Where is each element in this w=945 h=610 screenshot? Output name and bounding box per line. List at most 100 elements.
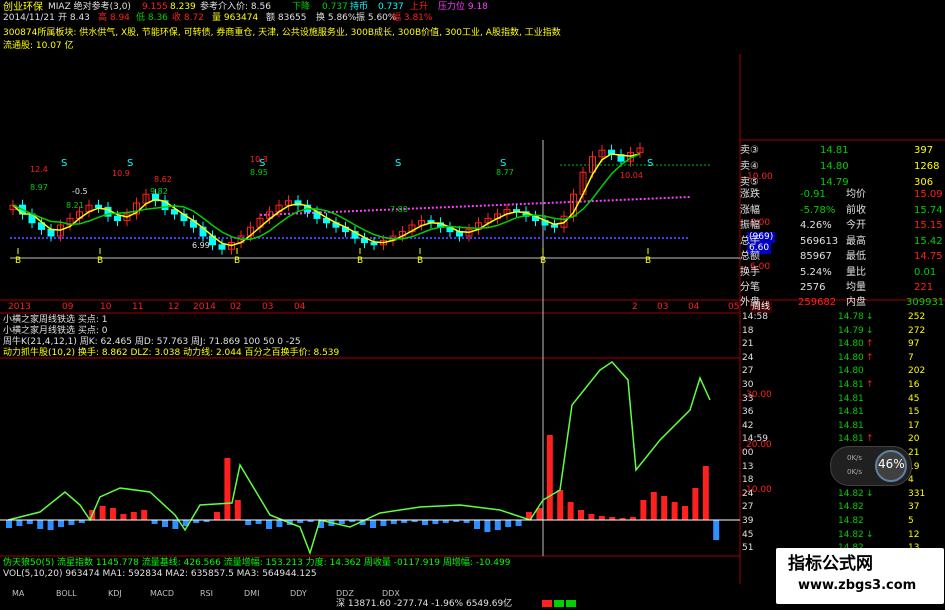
buy-marker: B xyxy=(417,256,423,266)
tick-time: 27 xyxy=(742,502,754,513)
tick-time: 00 xyxy=(742,448,754,458)
indicator-kdj: 周牛K(21,4,12,1) 周K: 62.465 周D: 57.763 周J:… xyxy=(3,337,301,347)
tick-time: 13 xyxy=(742,461,754,472)
candle-body xyxy=(47,228,55,237)
tab-macd[interactable]: MACD xyxy=(150,588,174,600)
tick-volume: 45 xyxy=(908,393,920,404)
sector-item[interactable]: A股指数, xyxy=(486,28,522,38)
flow-bar xyxy=(338,520,345,524)
tab-rsi[interactable]: RSI xyxy=(200,588,213,600)
sector-item[interactable]: 300B价值, xyxy=(398,28,442,38)
sector-item[interactable]: 天津, xyxy=(258,28,279,38)
tick-time: 24 xyxy=(742,488,754,499)
sector-item[interactable]: 节能环保, xyxy=(142,28,181,38)
price-annotation: 8.95 xyxy=(250,168,268,177)
tick-time: 14:59 xyxy=(742,434,768,445)
tick-direction: ↓ xyxy=(866,488,874,499)
stat-label: 总额 xyxy=(740,251,760,262)
inner-label: 内盘 xyxy=(846,297,866,308)
tick-price: 14.80 xyxy=(838,339,864,350)
tab-ddy[interactable]: DDY xyxy=(290,588,307,600)
header-value-1: 9.155 xyxy=(142,2,168,12)
ask-price: 14.80 xyxy=(820,161,849,172)
tick-row: 14:59 14.81 ↑ 20 xyxy=(738,433,945,445)
tab-kdj[interactable]: KDJ xyxy=(108,588,122,600)
sector-item[interactable]: X股, xyxy=(121,28,139,38)
flow-bar xyxy=(671,502,678,520)
stat-row: 分笔 2576 均量 221 xyxy=(738,281,945,294)
tab-dmi[interactable]: DMI xyxy=(244,588,259,600)
tick-volume: 7 xyxy=(908,352,914,363)
candle-body xyxy=(218,244,226,250)
time-axis-label: 02 xyxy=(230,302,242,312)
tick-row: 18 14.79 ↓ 272 xyxy=(738,325,945,337)
tab-boll[interactable]: BOLL xyxy=(56,588,77,600)
buy-marker: B xyxy=(234,256,240,266)
flow-bar xyxy=(162,520,168,527)
stat-label: 换手 xyxy=(740,266,760,278)
price-annotation: 8.97 xyxy=(30,183,48,192)
flow-bar xyxy=(255,520,262,524)
tick-row: 27 14.82 37 xyxy=(738,501,945,513)
tick-row: 39 14.82 5 xyxy=(738,515,945,527)
indicator-name: MIAZ 绝对参考(3,0) xyxy=(48,2,131,12)
tick-price: 14.80 xyxy=(838,352,864,363)
flow-bar xyxy=(557,490,564,520)
flow-bar xyxy=(224,458,231,520)
sector-item[interactable]: 券商重仓, xyxy=(216,28,255,38)
tick-row: 27 14.80 202 xyxy=(738,365,945,377)
sector-item[interactable]: 300工业, xyxy=(445,28,483,38)
stat-row: 振幅 4.26% 今开 15.15 xyxy=(738,219,945,232)
sector-line: 300874所属板块: 供水供气, X股, 节能环保, 可转债, 券商重仓, 天… xyxy=(3,28,561,39)
float-cap: 流通股: 10.07 亿 xyxy=(3,41,74,51)
stat-value: 221 xyxy=(914,282,934,293)
stat-label: 总手 xyxy=(740,235,760,247)
tick-row: 24 14.80 ↑ 7 xyxy=(738,352,945,364)
tick-price: 14.82 xyxy=(838,529,864,540)
bar-volume: 量 963474 xyxy=(212,13,259,23)
price-annotation: 7.80 xyxy=(390,205,408,214)
tick-time: 45 xyxy=(742,529,754,540)
tick-price: 14.81 xyxy=(838,393,864,404)
sector-item[interactable]: 公共设施服务业, xyxy=(282,28,348,38)
sector-item[interactable]: 供水供气, xyxy=(79,28,118,38)
bar-low: 低 8.36 xyxy=(136,13,168,23)
tick-row: 14:58 14.78 ↓ 252 xyxy=(738,311,945,323)
tick-volume: 252 xyxy=(908,312,926,322)
stat-row: 总手 569613 最高 15.42 xyxy=(738,235,945,248)
price-annotation: 9.82 xyxy=(150,187,168,196)
sector-item[interactable]: 300B成长, xyxy=(351,28,395,38)
flow-bar xyxy=(432,520,439,524)
flow-bar xyxy=(390,520,397,524)
ask-row: 卖④ 14.80 1268 xyxy=(738,160,945,173)
tick-price: 14.81 xyxy=(838,434,864,445)
sector-item[interactable]: 可转债, xyxy=(184,28,214,38)
stat-value: 0.01 xyxy=(914,266,937,278)
bar-close: 收 8.72 xyxy=(172,13,204,23)
candle-body xyxy=(114,215,121,222)
tick-time: 27 xyxy=(742,366,754,377)
flow-bar xyxy=(58,520,64,527)
tick-time: 18 xyxy=(742,475,754,486)
buy-marker: B xyxy=(15,256,21,266)
bar-amount: 额 83655 xyxy=(266,13,307,23)
status-down-block xyxy=(566,600,576,607)
tab-ma[interactable]: MA xyxy=(12,588,24,600)
bar-date: 2014/11/21 xyxy=(3,13,55,23)
stat-value: 569613 xyxy=(800,235,839,247)
time-axis-label: 2 xyxy=(632,302,638,312)
tick-direction: ↓ xyxy=(866,325,874,336)
tick-volume: 331 xyxy=(908,488,926,499)
sector-item[interactable]: 工业指数 xyxy=(525,28,561,38)
market-index-status: 深 13871.60 -277.74 -1.96% 6549.69亿 xyxy=(336,599,513,609)
bar-change: 幅 3.81% xyxy=(392,13,433,23)
tick-time: 21 xyxy=(742,339,754,350)
flow-bar xyxy=(37,520,44,529)
outer-inner-row: 外盘 259682 内盘 309931 xyxy=(738,296,945,309)
tick-volume: 17 xyxy=(908,420,920,431)
download-speed: 0K/s xyxy=(847,468,863,476)
flow-bar xyxy=(598,516,605,520)
tick-row: 45 14.82 ↓ 12 xyxy=(738,529,945,541)
network-speed-gauge[interactable]: 0K/s 0K/s 46% xyxy=(830,446,912,486)
stat-value: 2576 xyxy=(800,282,826,293)
